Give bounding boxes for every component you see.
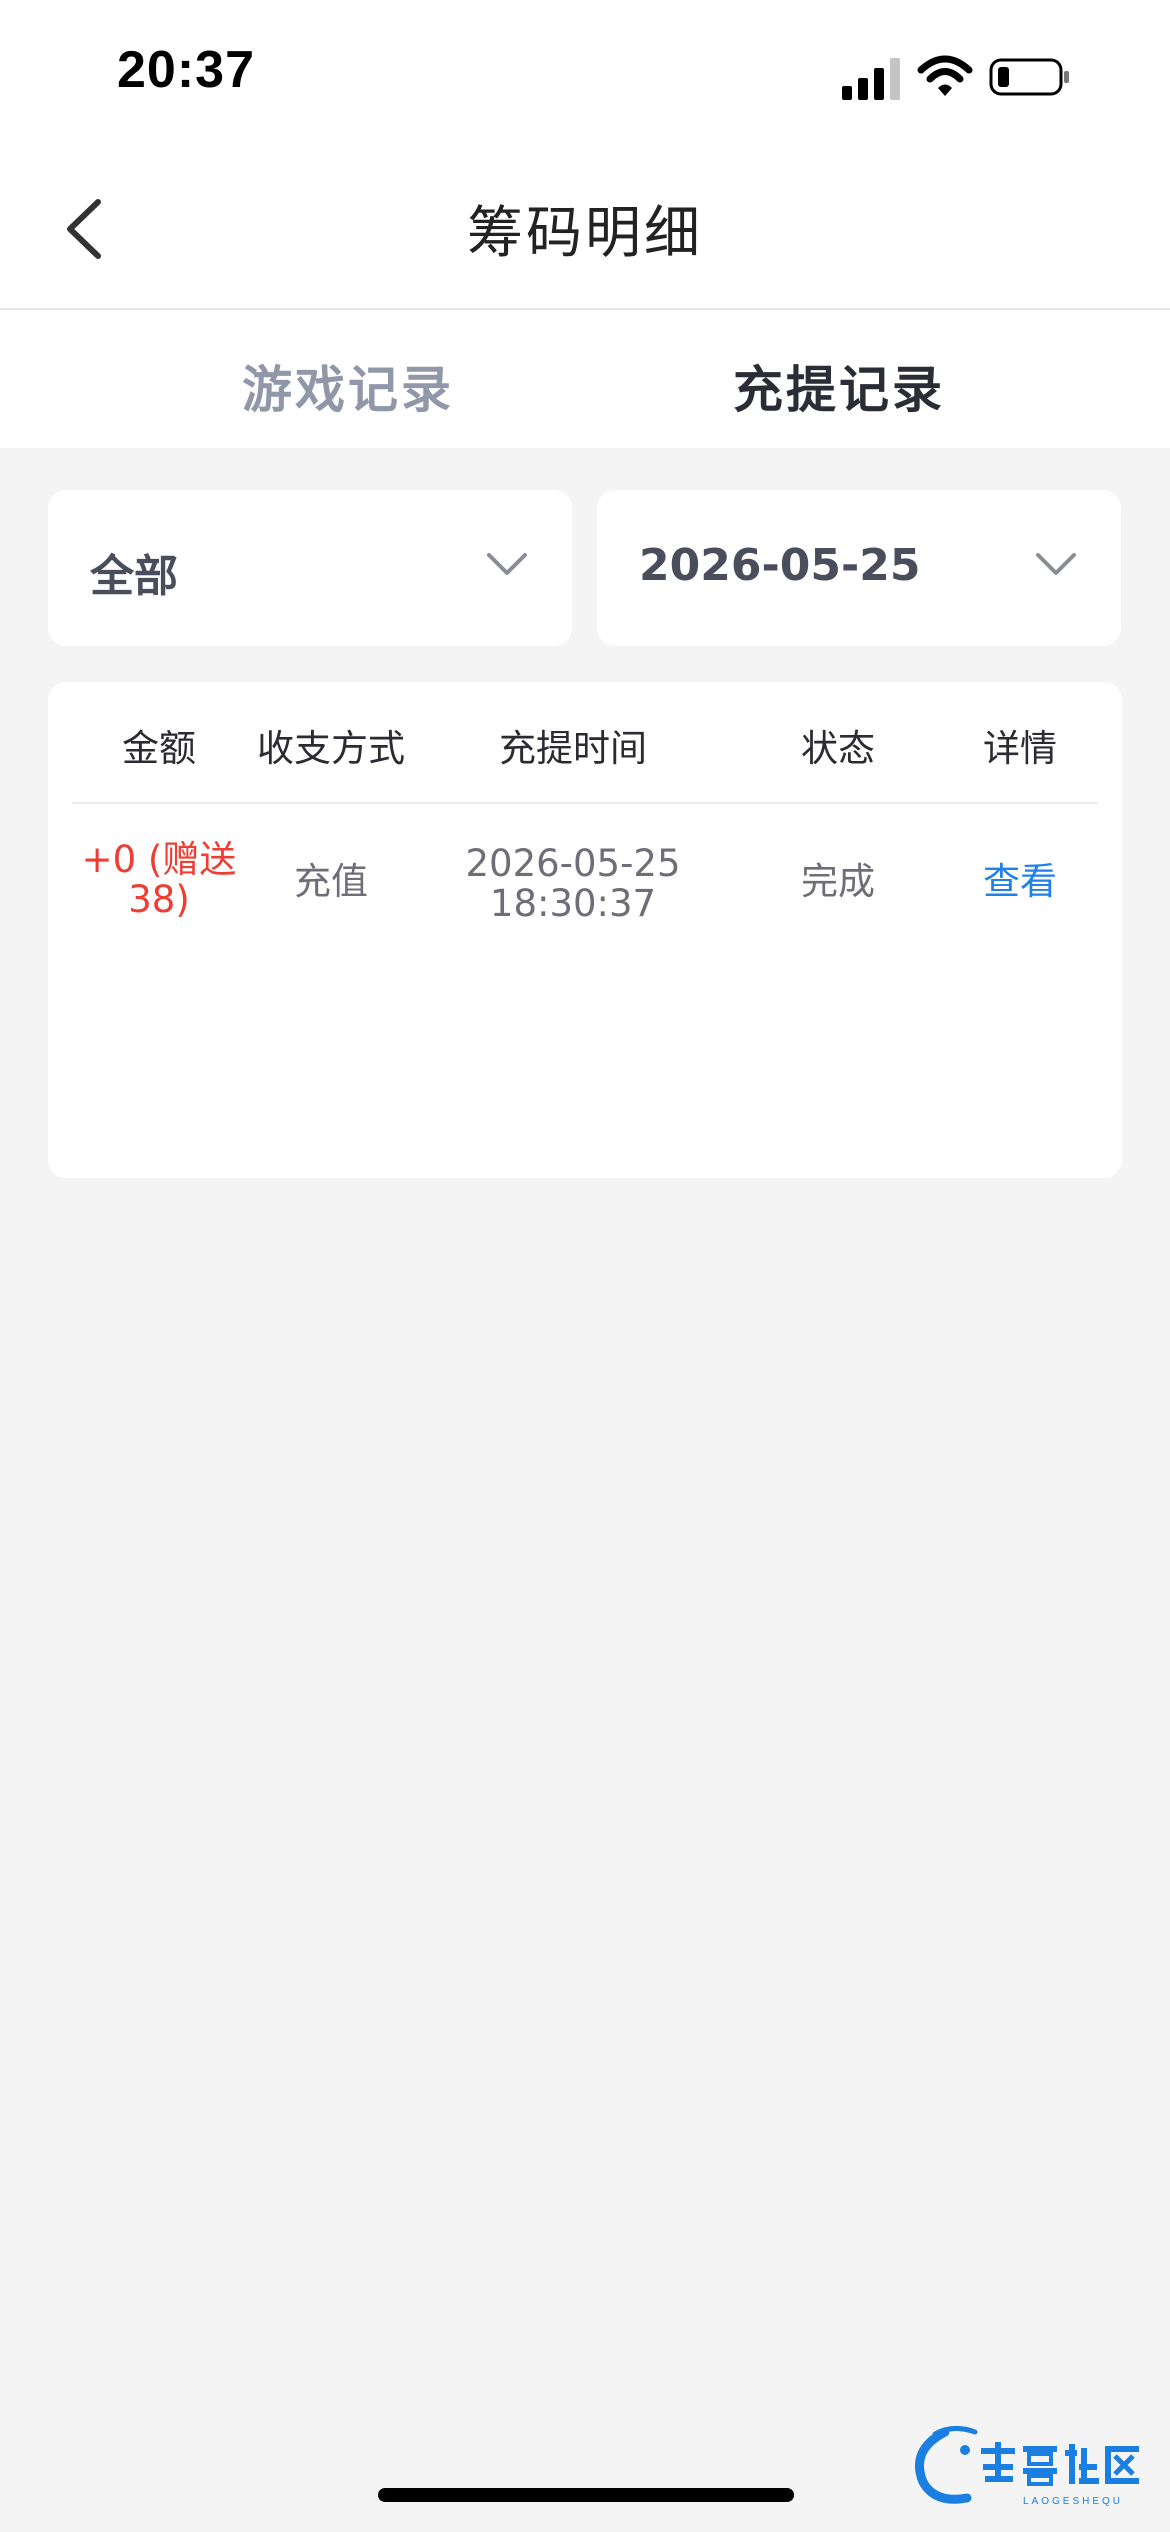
battery-icon bbox=[989, 58, 1069, 96]
date-filter-value: 2026-05-25 bbox=[639, 540, 921, 591]
date-filter-dropdown[interactable]: 2026-05-25 bbox=[597, 490, 1121, 646]
amount-line-2: 38) bbox=[128, 878, 190, 921]
type-filter-dropdown[interactable]: 全部 bbox=[48, 490, 572, 646]
tab-bar: 游戏记录 充提记录 bbox=[0, 310, 1170, 448]
navigation-bar: 筹码明细 bbox=[0, 150, 1170, 310]
status-time: 20:37 bbox=[117, 41, 255, 99]
header-status: 状态 bbox=[801, 727, 875, 770]
header-time: 充提时间 bbox=[499, 727, 647, 770]
page-title: 筹码明细 bbox=[467, 201, 703, 266]
row-time: 2026-05-25 18:30:37 bbox=[465, 844, 680, 924]
tab-deposit-withdraw-records[interactable]: 充提记录 bbox=[733, 350, 945, 422]
amount-line-1: +0 (赠送 bbox=[81, 838, 237, 881]
wifi-icon bbox=[917, 55, 973, 96]
chevron-down-icon bbox=[1036, 553, 1076, 575]
header-amount: 金额 bbox=[122, 727, 196, 770]
svg-text:LAOGESHEQU: LAOGESHEQU bbox=[1023, 2496, 1123, 2507]
cellular-signal-icon bbox=[842, 58, 900, 100]
home-indicator[interactable] bbox=[378, 2488, 794, 2502]
table-divider bbox=[72, 802, 1098, 804]
chevron-down-icon bbox=[487, 553, 527, 575]
row-amount: +0 (赠送 38) bbox=[69, 840, 249, 920]
tab-game-records[interactable]: 游戏记录 bbox=[242, 350, 454, 422]
view-detail-link[interactable]: 查看 bbox=[983, 862, 1057, 902]
laoge-community-watermark-logo: LAOGESHEQU bbox=[915, 2426, 1139, 2507]
row-status: 完成 bbox=[801, 860, 875, 903]
row-time-clock: 18:30:37 bbox=[489, 882, 657, 925]
records-table: 金额 收支方式 充提时间 状态 详情 +0 (赠送 38) 充值 2026-05… bbox=[48, 682, 1122, 1178]
type-filter-value: 全部 bbox=[90, 551, 178, 602]
status-bar: 20:37 bbox=[0, 0, 1170, 150]
row-method: 充值 bbox=[294, 860, 368, 903]
header-method: 收支方式 bbox=[257, 727, 405, 770]
row-time-date: 2026-05-25 bbox=[465, 842, 681, 885]
header-detail: 详情 bbox=[983, 727, 1057, 770]
